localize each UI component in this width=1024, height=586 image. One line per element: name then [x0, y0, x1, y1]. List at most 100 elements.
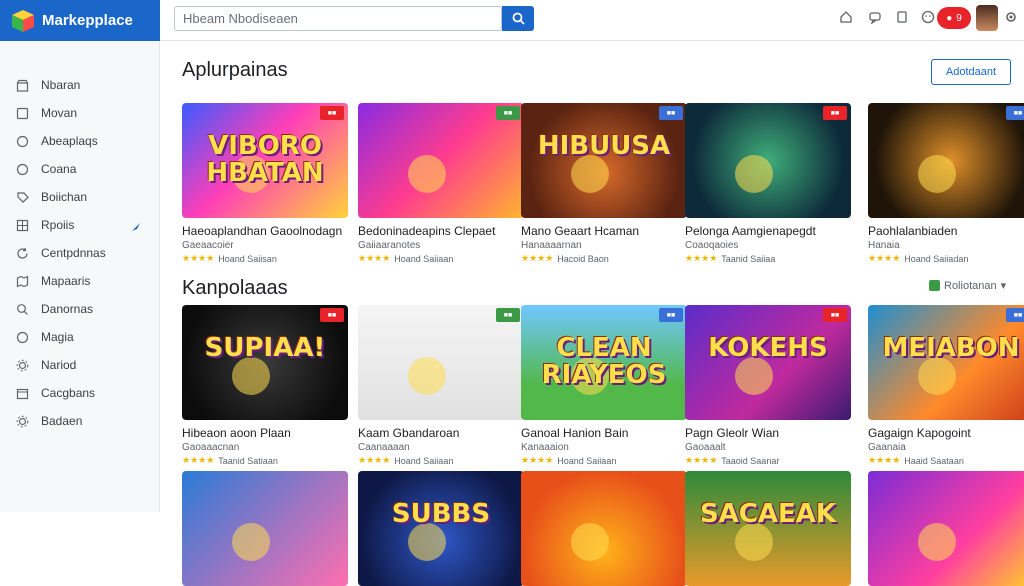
corner-badge-icon: ■■ — [659, 106, 683, 120]
sidebar-item[interactable]: Coana — [16, 159, 150, 179]
search-icon — [512, 12, 525, 25]
card-rating: ★★★★ Taanid Saiiaa — [685, 253, 853, 264]
corner-badge-icon: ■■ — [1006, 308, 1024, 322]
game-card[interactable] — [182, 471, 350, 586]
sidebar-item[interactable]: Cacgbans — [16, 383, 150, 403]
cube-logo-icon — [10, 8, 36, 34]
game-card[interactable]: CLEAN RIAYEOS ■■ Ganoal Hanion Bain Kanaaai… — [521, 305, 689, 466]
sidebar-item-label: Danornas — [41, 302, 94, 316]
game-thumbnail[interactable] — [521, 471, 687, 586]
character-art — [407, 522, 446, 561]
game-card[interactable]: VIBORO HBATAN ■■ Haeoaplandhan Gaoolnodagn… — [182, 103, 350, 264]
corner-badge-icon: ■■ — [320, 106, 344, 120]
rating-label: Hoand Saiiadan — [904, 253, 969, 264]
game-card[interactable]: MEIABON ■■ Gagaign Kapogoint Gaanaia ★★★★ Haa… — [868, 305, 1024, 466]
gear-icon — [16, 359, 29, 372]
add-button[interactable]: Adotdaant — [931, 59, 1011, 85]
square-icon — [16, 107, 29, 120]
home-icon[interactable] — [838, 9, 854, 25]
sidebar-item[interactable]: Boiichan — [16, 187, 150, 207]
circle-icon — [16, 135, 29, 148]
star-rating-icon: ★★★★ — [182, 455, 215, 465]
game-thumbnail[interactable]: HIBUUSA ■■ — [521, 103, 687, 218]
sidebar-item[interactable]: Nbaran — [16, 75, 150, 95]
card-rating: ★★★★ Hoand Saiiaan — [358, 253, 526, 264]
card-title[interactable]: Ganoal Hanion Bain — [521, 426, 689, 440]
game-card[interactable]: KOKEHS ■■ Pagn Gleolr Wian Gaoaaalt ★★★★ Taao… — [685, 305, 853, 466]
corner-badge-icon: ■■ — [823, 106, 847, 120]
sidebar-item[interactable]: Movan — [16, 103, 150, 123]
rating-label: Taaoid Saanar — [721, 455, 780, 466]
game-thumbnail[interactable]: SUPIAA! ■■ — [182, 305, 348, 420]
card-title[interactable]: Hibeaon aoon Plaan — [182, 426, 350, 440]
game-thumbnail[interactable]: CLEAN RIAYEOS ■■ — [521, 305, 687, 420]
brand[interactable]: Markepplace — [0, 0, 160, 41]
game-thumbnail[interactable]: ■■ — [868, 103, 1024, 218]
filter-control[interactable]: Roliotanan ▾ — [929, 279, 1006, 292]
game-thumbnail[interactable]: ■■ — [358, 103, 524, 218]
sidebar-item[interactable]: Nariod — [16, 355, 150, 375]
pin-icon[interactable] — [132, 220, 140, 231]
game-card[interactable] — [521, 471, 689, 586]
game-card[interactable]: SUPIAA! ■■ Hibeaon aoon Plaan Gaoaaacnan ★★★… — [182, 305, 350, 466]
game-thumbnail[interactable]: ■■ — [685, 103, 851, 218]
card-title[interactable]: Paohlalanbiaden — [868, 224, 1024, 238]
sidebar-item[interactable]: Abeaplaqs — [16, 131, 150, 151]
sidebar-item[interactable]: Mapaaris — [16, 271, 150, 291]
game-card[interactable]: HIBUUSA ■■ Mano Geaart Hcaman Hanaaaarnan ★★… — [521, 103, 689, 264]
card-title[interactable]: Pagn Gleolr Wian — [685, 426, 853, 440]
sidebar-item[interactable]: Magia — [16, 327, 150, 347]
settings-icon[interactable] — [1003, 9, 1019, 25]
card-publisher: Gaoaaalt — [685, 442, 726, 453]
chat-icon[interactable] — [867, 9, 883, 25]
card-title[interactable]: Haeoaplandhan Gaoolnodagn — [182, 224, 350, 238]
sidebar-item-label: Movan — [41, 106, 78, 120]
sidebar-item[interactable]: Rpoiis — [16, 215, 150, 235]
game-card[interactable]: ■■ Bedoninadeapins Clepaet Gaiiaaranotes ★★… — [358, 103, 526, 264]
game-thumbnail[interactable] — [868, 471, 1024, 586]
chevron-down-icon: ▾ — [1000, 280, 1007, 292]
game-card[interactable]: ■■ Kaam Gbandaroan Caanaaaan ★★★★ Hoand Saii… — [358, 305, 526, 466]
character-art — [407, 154, 446, 193]
thumbnail-title: HIBUUSA — [537, 131, 671, 161]
bookmark-icon[interactable] — [894, 9, 910, 25]
search-button[interactable] — [502, 6, 534, 31]
sidebar-item[interactable]: Badaen — [16, 411, 150, 431]
sidebar-item-label: Magia — [41, 330, 74, 344]
game-thumbnail[interactable]: SUBBS — [358, 471, 524, 586]
card-publisher: Gaiiaaranotes — [358, 240, 421, 251]
search-input[interactable] — [174, 6, 502, 31]
notification-badge[interactable]: ● 9 — [937, 7, 971, 29]
card-title[interactable]: Mano Geaart Hcaman — [521, 224, 689, 238]
corner-badge-icon: ■■ — [320, 308, 344, 322]
game-card[interactable]: ■■ Paohlalanbiaden Hanaia ★★★★ Hoand Saiiada… — [868, 103, 1024, 264]
game-thumbnail[interactable] — [182, 471, 348, 586]
thumbnail-title: SUBBS — [391, 499, 491, 529]
sidebar-item-label: Nariod — [41, 358, 77, 372]
game-card[interactable] — [868, 471, 1024, 586]
sidebar-item[interactable]: Centpdnnas — [16, 243, 150, 263]
grid-icon — [16, 219, 29, 232]
smile-icon[interactable] — [920, 9, 936, 25]
game-card[interactable]: ■■ Pelonga Aamgienapegdt Coaoqaoies ★★★★ Taa… — [685, 103, 853, 264]
card-title[interactable]: Pelonga Aamgienapegdt — [685, 224, 853, 238]
rating-label: Hoand Saiiaan — [394, 253, 454, 264]
game-thumbnail[interactable]: SACAEAK — [685, 471, 851, 586]
sidebar-item[interactable]: Danornas — [16, 299, 150, 319]
game-thumbnail[interactable]: KOKEHS ■■ — [685, 305, 851, 420]
rating-label: Haaid Saataan — [904, 455, 964, 466]
game-card[interactable]: SACAEAK — [685, 471, 853, 586]
game-card[interactable]: SUBBS — [358, 471, 526, 586]
star-rating-icon: ★★★★ — [182, 253, 215, 263]
card-title[interactable]: Bedoninadeapins Clepaet — [358, 224, 526, 238]
game-thumbnail[interactable]: ■■ — [358, 305, 524, 420]
corner-badge-icon: ■■ — [823, 308, 847, 322]
game-thumbnail[interactable]: MEIABON ■■ — [868, 305, 1024, 420]
filter-label: Roliotanan — [944, 279, 997, 292]
card-rating: ★★★★ Taanid Satiaan — [182, 455, 350, 466]
game-thumbnail[interactable]: VIBORO HBATAN ■■ — [182, 103, 348, 218]
rating-label: Taanid Saiiaa — [721, 253, 776, 264]
card-title[interactable]: Gagaign Kapogoint — [868, 426, 1024, 440]
avatar[interactable] — [976, 5, 998, 31]
card-title[interactable]: Kaam Gbandaroan — [358, 426, 526, 440]
